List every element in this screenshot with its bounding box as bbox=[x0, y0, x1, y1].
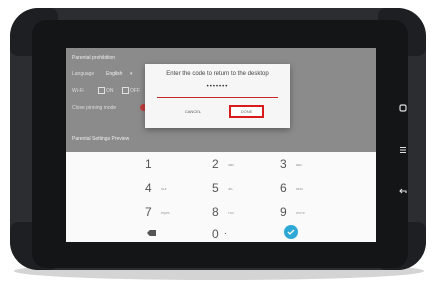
key-9[interactable]: 9 WXYZ bbox=[280, 202, 340, 222]
key-letters: TUV bbox=[228, 211, 234, 215]
key-digit: 8 bbox=[212, 205, 219, 219]
language-label: Language bbox=[72, 71, 95, 77]
cancel-button[interactable]: CANCEL bbox=[173, 106, 213, 118]
dropdown-arrow-icon: ▾ bbox=[130, 71, 133, 77]
key-digit: 7 bbox=[145, 205, 152, 219]
key-letters: GHI bbox=[161, 187, 167, 191]
key-3[interactable]: 3 DEF bbox=[280, 154, 340, 174]
key-digit: 5 bbox=[212, 181, 219, 195]
key-8[interactable]: 8 TUV bbox=[212, 202, 272, 222]
option-1-label: ON bbox=[106, 88, 114, 94]
pin-mode-label: Close pinning mode bbox=[72, 105, 117, 111]
language-select[interactable]: English bbox=[106, 71, 122, 77]
key-7[interactable]: 7 PQRS bbox=[145, 202, 205, 222]
key-5[interactable]: 5 JKL bbox=[212, 178, 272, 198]
key-letters: DEF bbox=[296, 163, 302, 167]
key-6[interactable]: 6 MNO bbox=[280, 178, 340, 198]
key-letters: WXYZ bbox=[296, 211, 305, 215]
key-dot[interactable]: . bbox=[224, 226, 227, 237]
passcode-underline bbox=[157, 97, 278, 98]
key-digit: 2 bbox=[212, 157, 219, 171]
key-4[interactable]: 4 GHI bbox=[145, 178, 205, 198]
key-2[interactable]: 2 ABC bbox=[212, 154, 272, 174]
numeric-keypad: 1 2 ABC 3 DEF 4 GHI 5 JKL 6 MNO 7 PQRS 8 TUV 9 W… bbox=[66, 152, 376, 242]
key-letters: PQRS bbox=[161, 211, 170, 215]
key-digit: 4 bbox=[145, 181, 152, 195]
key-0[interactable]: 0 bbox=[212, 224, 272, 242]
passcode-dialog: Enter the code to return to the desktop … bbox=[145, 64, 290, 128]
backspace-icon[interactable] bbox=[147, 230, 156, 236]
settings-title: Parental prohibition bbox=[72, 55, 116, 61]
done-button[interactable]: DONE bbox=[229, 105, 264, 118]
check-icon[interactable] bbox=[284, 225, 298, 239]
screen: Parental prohibition Language English ▾ … bbox=[66, 48, 376, 242]
option-2-label: OFF bbox=[130, 88, 140, 94]
home-icon[interactable] bbox=[397, 103, 409, 117]
passcode-field[interactable]: ••••••• bbox=[185, 84, 250, 90]
wifi-label: Wi-Fi bbox=[72, 88, 84, 94]
option-2-checkbox[interactable] bbox=[122, 87, 129, 94]
key-digit: 9 bbox=[280, 205, 287, 219]
back-icon[interactable] bbox=[397, 186, 409, 200]
key-letters: JKL bbox=[228, 187, 234, 191]
option-1-checkbox[interactable] bbox=[98, 87, 105, 94]
key-digit: 3 bbox=[280, 157, 287, 171]
menu-icon[interactable] bbox=[397, 145, 409, 159]
key-digit: 1 bbox=[145, 157, 152, 171]
key-1[interactable]: 1 bbox=[145, 154, 205, 174]
key-letters: ABC bbox=[228, 163, 235, 167]
key-digit: 6 bbox=[280, 181, 287, 195]
key-digit: 0 bbox=[212, 227, 219, 241]
key-letters: MNO bbox=[296, 187, 303, 191]
dialog-title: Enter the code to return to the desktop bbox=[166, 71, 269, 77]
section-title: Parental Settings Preview bbox=[72, 136, 130, 142]
